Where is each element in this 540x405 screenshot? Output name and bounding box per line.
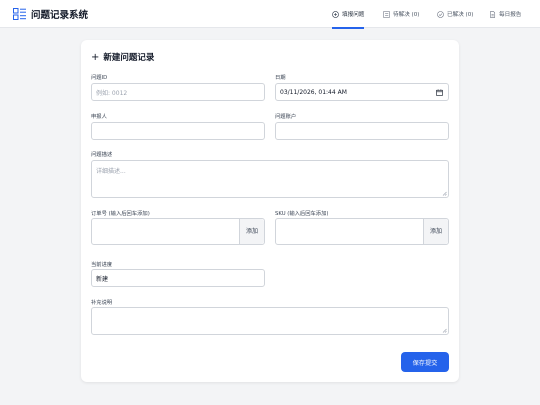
resize-handle-icon[interactable] <box>442 191 447 196</box>
check-circle-icon <box>437 10 444 18</box>
tab-label: 每日报告 <box>499 12 522 18</box>
date-label: 日期 <box>275 75 286 81</box>
tab-report-issue[interactable]: 填报问题 <box>332 0 365 29</box>
save-submit-button[interactable]: 保存提交 <box>401 352 449 372</box>
notes-textarea[interactable] <box>91 307 449 335</box>
issue-id-input[interactable]: 例如: 0012 <box>91 83 265 101</box>
dashboard-logo-icon <box>13 8 26 20</box>
tab-daily-report[interactable]: 每日报告 <box>489 0 521 28</box>
form-title-text: 新建问题记录 <box>103 53 155 63</box>
description-placeholder: 详细描述... <box>96 168 126 175</box>
account-label: 问题账户 <box>275 114 297 120</box>
date-value: 03/11/2026, 01:44 AM <box>280 88 347 96</box>
tab-resolved[interactable]: 已解决 (0) <box>437 0 473 28</box>
tab-label: 待解决 (0) <box>393 12 420 18</box>
description-textarea[interactable]: 详细描述... <box>91 160 449 198</box>
new-issue-form-card: + 新建问题记录 问题ID 例如: 0012 日期 03/11/2026, 01… <box>81 40 459 382</box>
description-label: 问题描述 <box>91 152 113 158</box>
progress-label: 当前进度 <box>91 262 113 268</box>
add-order-button[interactable]: 添加 <box>239 219 264 244</box>
calendar-icon[interactable] <box>436 89 443 96</box>
order-number-input[interactable]: 添加 <box>91 218 265 245</box>
document-icon <box>490 10 496 18</box>
sku-input[interactable]: 添加 <box>275 218 449 245</box>
list-icon <box>383 10 390 18</box>
app-title: 问题记录系统 <box>31 10 89 21</box>
notes-label: 补充说明 <box>91 300 113 306</box>
plus-icon: + <box>91 51 100 63</box>
order-number-label: 订单号 (输入后回车添加) <box>91 211 150 217</box>
tab-label: 填报问题 <box>342 12 365 18</box>
account-input[interactable] <box>275 122 449 140</box>
top-bar: 问题记录系统 填报问题 待解决 (0) 已解决 (0) 每日报告 <box>0 0 540 29</box>
sku-label: SKU (输入后回车添加) <box>275 211 329 217</box>
resize-handle-icon[interactable] <box>442 328 447 333</box>
date-input[interactable]: 03/11/2026, 01:44 AM <box>275 83 449 101</box>
add-sku-button[interactable]: 添加 <box>423 219 448 244</box>
reporter-label: 申报人 <box>91 114 107 120</box>
tab-pending[interactable]: 待解决 (0) <box>383 0 419 28</box>
form-title: + 新建问题记录 <box>91 51 155 64</box>
progress-select[interactable]: 新建 <box>91 269 265 287</box>
reporter-input[interactable] <box>91 122 265 140</box>
issue-id-label: 问题ID <box>91 75 108 81</box>
tab-label: 已解决 (0) <box>447 12 474 18</box>
plus-circle-icon <box>332 10 339 18</box>
